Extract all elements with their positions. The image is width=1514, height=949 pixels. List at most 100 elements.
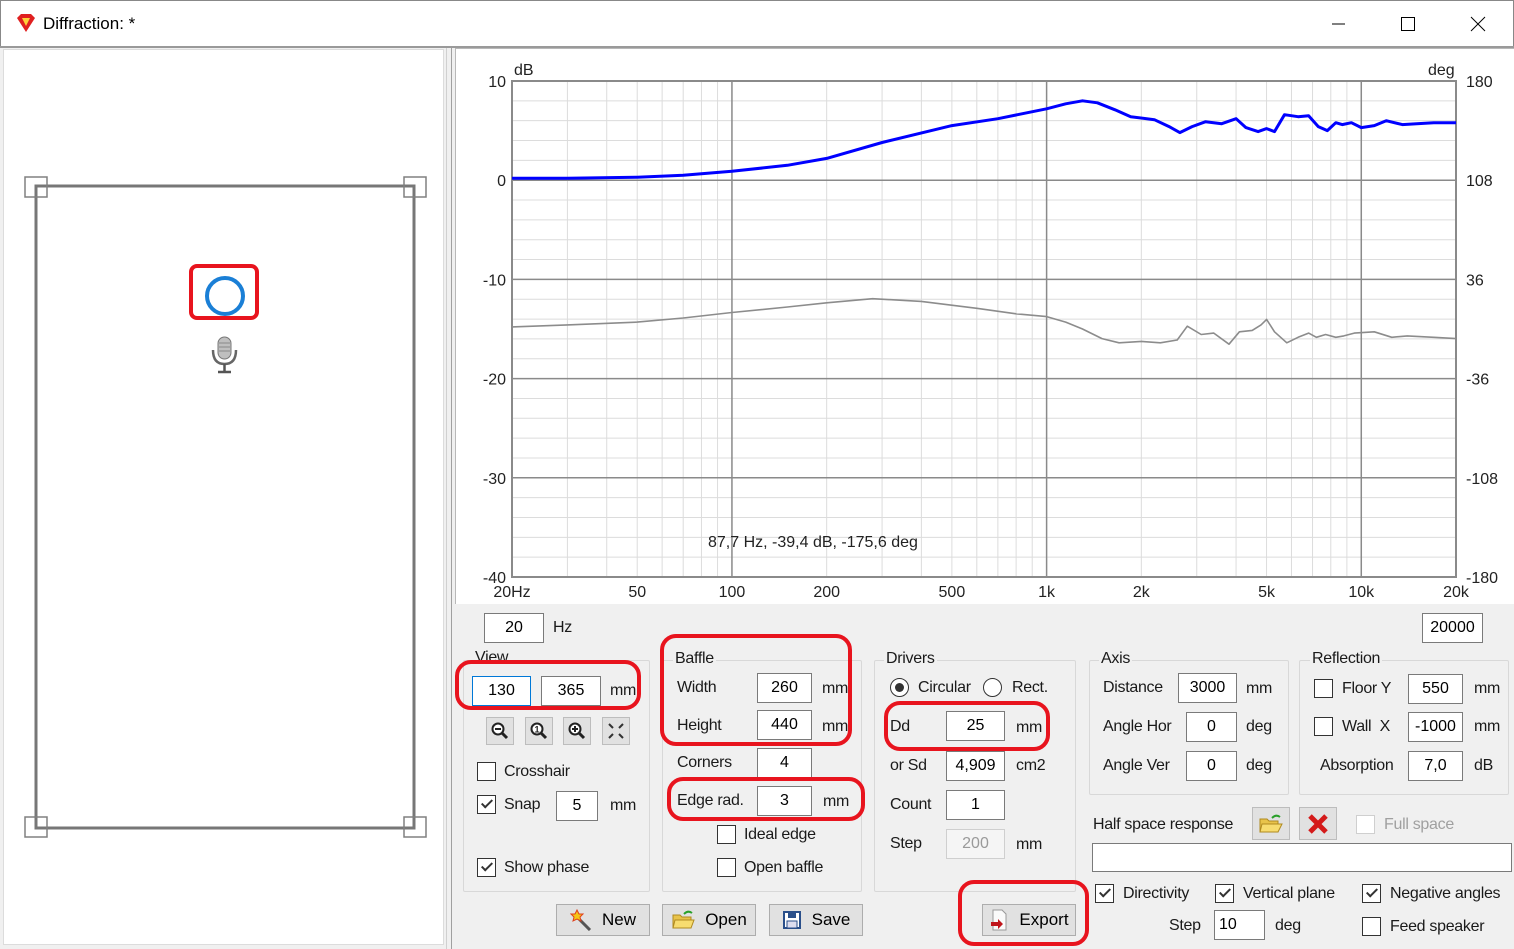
microphone-icon[interactable] xyxy=(211,336,238,374)
magic-wand-icon xyxy=(569,909,592,931)
directivity-step-input[interactable]: 10 xyxy=(1214,910,1265,940)
zoom-reset-icon: 1 xyxy=(530,722,548,740)
view-unit: mm xyxy=(610,682,637,699)
axis-group-title: Axis xyxy=(1099,650,1133,668)
directivity-checkbox[interactable] xyxy=(1095,884,1114,903)
distance-input[interactable]: 3000 xyxy=(1178,673,1237,703)
edge-rad-label: Edge rad. xyxy=(677,792,744,809)
driver-circle-icon[interactable] xyxy=(205,276,245,316)
angle-ver-label: Angle Ver xyxy=(1103,757,1170,774)
crosshair-label: Crosshair xyxy=(504,763,570,780)
feed-speaker-checkbox[interactable] xyxy=(1362,917,1381,936)
export-file-icon xyxy=(991,909,1007,931)
baffle-canvas[interactable] xyxy=(3,49,444,945)
minimize-button[interactable] xyxy=(1303,1,1373,47)
load-half-space-button[interactable] xyxy=(1252,807,1290,840)
snap-checkbox[interactable] xyxy=(477,795,496,814)
driver-step-input[interactable]: 200 xyxy=(946,829,1005,859)
zoom-out-button[interactable] xyxy=(486,717,514,745)
y-axis-label: dB xyxy=(514,62,534,79)
negative-angles-checkbox[interactable] xyxy=(1362,884,1381,903)
app-gem-icon xyxy=(17,14,35,32)
baffle-height-unit: mm xyxy=(822,718,849,735)
distance-label: Distance xyxy=(1103,679,1163,696)
sd-input[interactable]: 4,909 xyxy=(946,751,1005,781)
plot-frame xyxy=(511,80,1457,578)
baffle-outline[interactable] xyxy=(34,184,416,830)
show-phase-checkbox[interactable] xyxy=(477,858,496,877)
response-chart[interactable]: 10 0 -10 -20 -30 -40 180 108 36 -36 -108 -180 20Hz 50… xyxy=(455,48,1514,604)
maximize-button[interactable] xyxy=(1373,1,1443,47)
crosshair-checkbox[interactable] xyxy=(477,762,496,781)
baffle-height-label: Height xyxy=(677,717,722,734)
save-button[interactable]: Save xyxy=(769,904,863,936)
new-button[interactable]: New xyxy=(556,904,650,936)
y2-tick-label: 108 xyxy=(1466,173,1493,190)
floor-checkbox[interactable] xyxy=(1314,679,1333,698)
floor-input[interactable]: 550 xyxy=(1408,674,1463,704)
driver-step-label: Step xyxy=(890,835,922,852)
snap-input[interactable]: 5 xyxy=(556,791,598,821)
feed-speaker-label: Feed speaker xyxy=(1390,918,1485,935)
fit-icon xyxy=(608,723,624,739)
drivers-group-title: Drivers xyxy=(884,650,937,668)
baffle-height-input[interactable]: 440 xyxy=(757,710,812,740)
ideal-edge-label: Ideal edge xyxy=(744,826,816,843)
wall-unit: mm xyxy=(1474,718,1501,735)
absorption-input[interactable]: 7,0 xyxy=(1408,751,1463,781)
snap-unit: mm xyxy=(610,797,637,814)
floor-label: Floor Y xyxy=(1342,680,1392,697)
clear-half-space-button[interactable] xyxy=(1299,807,1337,840)
corners-label: Corners xyxy=(677,754,732,771)
view-x-input[interactable]: 130 xyxy=(472,676,531,706)
wall-checkbox[interactable] xyxy=(1314,717,1333,736)
baffle-width-input[interactable]: 260 xyxy=(757,673,812,703)
save-button-label: Save xyxy=(811,910,851,929)
view-group-title: View xyxy=(473,649,511,667)
freq-min-input[interactable]: 20 xyxy=(484,613,544,643)
open-baffle-label: Open baffle xyxy=(744,859,824,876)
open-folder-icon xyxy=(1259,814,1283,832)
vertical-plane-checkbox[interactable] xyxy=(1215,884,1234,903)
half-space-file-input[interactable] xyxy=(1092,843,1512,872)
wall-input[interactable]: -1000 xyxy=(1408,712,1463,742)
sd-label: or Sd xyxy=(890,757,927,774)
angle-ver-unit: deg xyxy=(1246,757,1272,774)
open-button[interactable]: Open xyxy=(662,904,756,936)
edge-rad-input[interactable]: 3 xyxy=(757,786,812,816)
y2-tick-label: -180 xyxy=(1466,570,1498,587)
circular-radio[interactable] xyxy=(890,678,909,697)
y2-tick-label: 180 xyxy=(1466,74,1493,91)
driver-step-unit: mm xyxy=(1016,836,1043,853)
title-bar: Diffraction: * xyxy=(0,0,1514,46)
y-tick-label: 0 xyxy=(497,173,506,190)
absorption-label: Absorption xyxy=(1320,757,1394,774)
corners-input[interactable]: 4 xyxy=(757,748,812,778)
freq-min-unit: Hz xyxy=(553,619,572,636)
close-button[interactable] xyxy=(1443,1,1513,47)
freq-max-input[interactable]: 20000 xyxy=(1422,613,1483,643)
x-tick-label: 500 xyxy=(939,584,966,601)
dd-input[interactable]: 25 xyxy=(946,711,1005,741)
zoom-reset-button[interactable]: 1 xyxy=(525,717,553,745)
count-input[interactable]: 1 xyxy=(946,790,1005,820)
open-baffle-checkbox[interactable] xyxy=(717,858,736,877)
sd-unit: cm2 xyxy=(1016,757,1046,774)
floppy-disk-icon xyxy=(782,911,801,929)
full-space-checkbox[interactable] xyxy=(1356,815,1375,834)
y2-tick-label: 36 xyxy=(1466,272,1484,289)
directivity-label: Directivity xyxy=(1123,885,1190,902)
rect-radio[interactable] xyxy=(983,678,1002,697)
view-y-input[interactable]: 365 xyxy=(541,676,601,706)
fit-view-button[interactable] xyxy=(602,717,630,745)
ideal-edge-checkbox[interactable] xyxy=(717,825,736,844)
angle-ver-input[interactable]: 0 xyxy=(1186,751,1237,781)
absorption-unit: dB xyxy=(1474,757,1493,774)
angle-hor-input[interactable]: 0 xyxy=(1186,712,1237,742)
y2-tick-label: -36 xyxy=(1466,372,1489,389)
export-button[interactable]: Export xyxy=(982,904,1076,936)
directivity-step-unit: deg xyxy=(1275,917,1301,934)
splitter[interactable] xyxy=(446,48,452,949)
vertical-plane-label: Vertical plane xyxy=(1243,885,1335,902)
zoom-in-button[interactable] xyxy=(563,717,591,745)
